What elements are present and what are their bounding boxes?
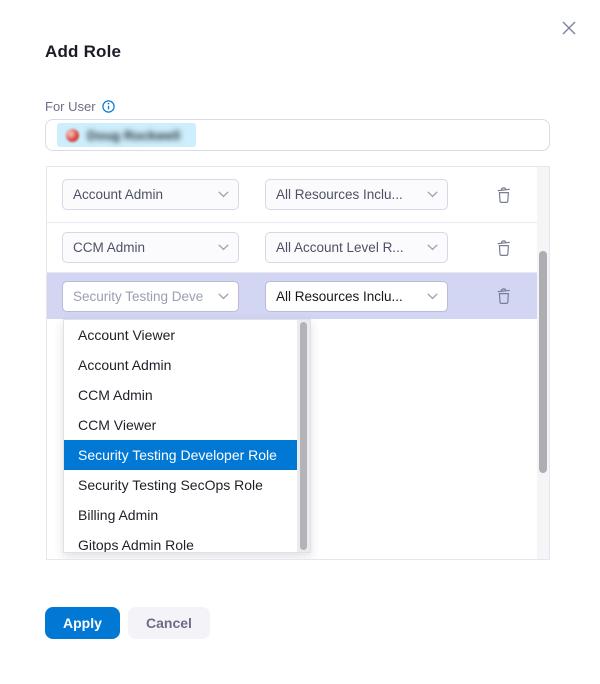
resource-group-select-3[interactable]: All Resources Inclu... (265, 281, 448, 312)
role-select-2-value: CCM Admin (73, 240, 212, 255)
chevron-down-icon (427, 244, 438, 251)
dropdown-scrollbar-thumb[interactable] (300, 322, 307, 550)
resource-group-select-1-value: All Resources Inclu... (276, 187, 421, 202)
info-icon[interactable] (102, 100, 115, 113)
role-bindings-panel: Account Admin All Resources Inclu... (46, 166, 550, 560)
trash-icon (496, 186, 512, 204)
panel-scrollbar[interactable] (537, 167, 549, 559)
role-select-3[interactable]: Security Testing Deve (62, 281, 239, 312)
dropdown-option-account-admin[interactable]: Account Admin (64, 350, 297, 380)
chevron-down-icon (218, 293, 229, 300)
dropdown-option-ccm-admin[interactable]: CCM Admin (64, 380, 297, 410)
user-avatar (66, 129, 79, 142)
chevron-down-icon (427, 293, 438, 300)
trash-icon (496, 287, 512, 305)
dropdown-option-gitops-admin-role[interactable]: Gitops Admin Role (64, 530, 297, 553)
user-chip[interactable]: Doug Rockwell (57, 123, 196, 147)
chevron-down-icon (218, 244, 229, 251)
dropdown-scrollbar[interactable] (297, 320, 310, 552)
dialog-title: Add Role (45, 42, 121, 62)
dropdown-option-billing-admin[interactable]: Billing Admin (64, 500, 297, 530)
role-row-1: Account Admin All Resources Inclu... (47, 167, 537, 223)
resource-group-select-3-value: All Resources Inclu... (276, 289, 421, 304)
role-dropdown-menu: Account Viewer Account Admin CCM Admin C… (63, 319, 311, 553)
role-select-1[interactable]: Account Admin (62, 179, 239, 210)
dropdown-option-account-viewer[interactable]: Account Viewer (64, 320, 297, 350)
delete-row-button-2[interactable] (493, 236, 515, 260)
dropdown-option-security-testing-developer-role[interactable]: Security Testing Developer Role (64, 440, 297, 470)
close-button[interactable] (558, 17, 580, 39)
for-user-label: For User (45, 99, 96, 114)
role-select-3-value: Security Testing Deve (73, 289, 212, 304)
close-icon (560, 19, 578, 37)
cancel-button[interactable]: Cancel (128, 607, 210, 639)
dropdown-option-security-testing-secops-role[interactable]: Security Testing SecOps Role (64, 470, 297, 500)
role-select-1-value: Account Admin (73, 187, 212, 202)
delete-row-button-1[interactable] (493, 183, 515, 207)
resource-group-select-2-value: All Account Level R... (276, 240, 421, 255)
apply-button[interactable]: Apply (45, 607, 120, 639)
trash-icon (496, 239, 512, 257)
panel-scrollbar-thumb[interactable] (539, 251, 547, 473)
role-select-2[interactable]: CCM Admin (62, 232, 239, 263)
chevron-down-icon (218, 191, 229, 198)
dropdown-option-ccm-viewer[interactable]: CCM Viewer (64, 410, 297, 440)
role-row-3-active: Security Testing Deve All Resources Incl… (47, 273, 537, 319)
role-row-2: CCM Admin All Account Level R... (47, 223, 537, 273)
user-chip-name: Doug Rockwell (87, 128, 180, 143)
resource-group-select-2[interactable]: All Account Level R... (265, 232, 448, 263)
user-field[interactable]: Doug Rockwell (45, 119, 550, 151)
resource-group-select-1[interactable]: All Resources Inclu... (265, 179, 448, 210)
chevron-down-icon (427, 191, 438, 198)
delete-row-button-3[interactable] (493, 284, 515, 308)
